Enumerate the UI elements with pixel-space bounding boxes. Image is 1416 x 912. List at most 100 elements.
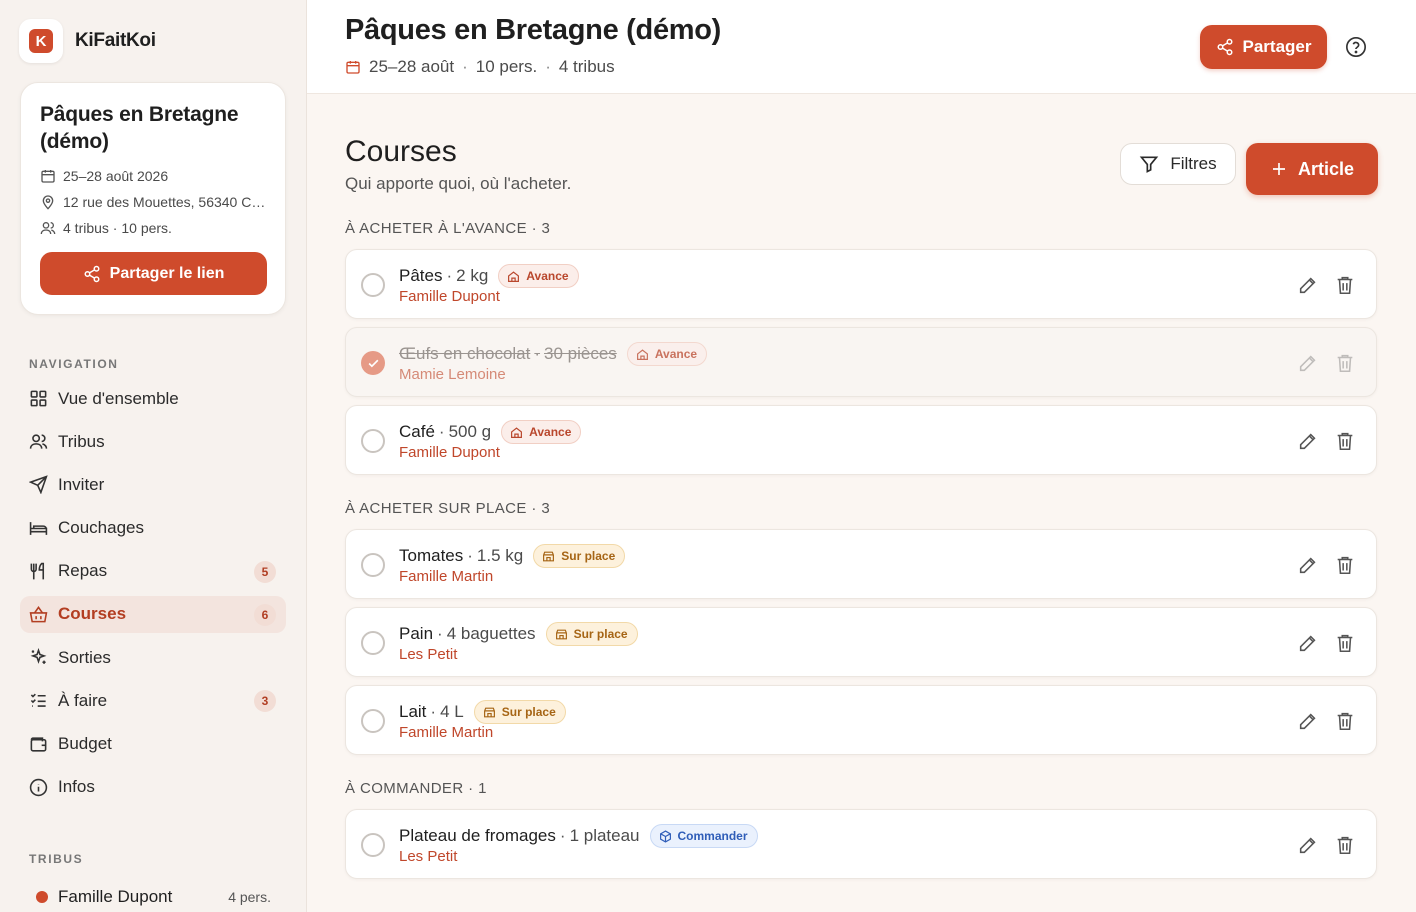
item-line: Café · 500 g Avance [399,420,582,444]
brand[interactable]: K KiFaitKoi [19,19,156,63]
nav-item-info[interactable]: Infos [20,769,286,806]
edit-button[interactable] [1297,554,1319,576]
section-heading: À ACHETER À L'AVANCE · 3 [345,220,551,237]
edit-button[interactable] [1297,352,1319,374]
page-subtitle: Qui apporte quoi, où l'acheter. [345,174,572,193]
home-icon [508,270,520,282]
navigation-list: Vue d'ensemble Tribus Inviter Couchages … [20,380,286,812]
delete-button[interactable] [1334,352,1356,374]
item-line: Tomates · 1.5 kg Sur place [399,544,626,568]
item-line: Lait · 4 L Sur place [399,700,566,724]
edit-button[interactable] [1297,710,1319,732]
item-quantity: 2 kg [456,266,489,285]
nav-item-tribes[interactable]: Tribus [20,423,286,460]
home-icon [511,426,523,438]
item-owner: Famille Martin [399,724,494,741]
sidebar: K KiFaitKoi Pâques en Bretagne (démo) 25… [0,0,307,912]
event-address: 12 rue des Mouettes, 56340 Carnac [40,193,266,211]
brand-logo: K [19,19,63,63]
sparkles-icon [30,648,47,665]
nav-item-budget[interactable]: Budget [20,726,286,763]
help-icon[interactable] [1345,36,1367,58]
item-owner: Les Petit [399,646,458,663]
tribe-item[interactable]: Famille Dupont 4 pers. [36,887,271,907]
main-content: Courses Qui apporte quoi, où l'acheter. … [307,95,1416,912]
share-button[interactable]: Partager [1200,25,1327,69]
delete-button[interactable] [1334,554,1356,576]
item-tag: Commander [649,824,758,848]
item-tag: Sur place [533,544,626,568]
shopping-count-badge: 6 [254,603,276,626]
nav-item-invite[interactable]: Inviter [20,466,286,503]
event-card: Pâques en Bretagne (démo) 25–28 août 202… [20,82,286,315]
edit-button[interactable] [1297,834,1319,856]
delete-button[interactable] [1334,710,1356,732]
item-checkbox[interactable] [361,553,385,577]
item-line: Pâtes · 2 kg Avance [399,264,579,288]
tribe-color-dot [36,891,48,903]
edit-icon [1299,355,1316,372]
edit-icon [1299,713,1316,730]
map-pin-icon [42,195,54,210]
edit-button[interactable] [1297,274,1319,296]
delete-button[interactable] [1334,430,1356,452]
item-owner: Mamie Lemoine [399,366,506,383]
nav-item-overview[interactable]: Vue d'ensemble [20,380,286,417]
item-owner: Les Petit [399,848,458,865]
share-link-button[interactable]: Partager le lien [40,252,267,295]
item-quantity: 4 L [440,702,464,721]
trash-icon [1337,556,1353,575]
info-icon [29,778,48,796]
item-owner: Famille Dupont [399,444,500,461]
calendar-icon [41,170,55,183]
event-header-title: Pâques en Bretagne (démo) [345,14,722,46]
item-name: Lait [399,702,427,721]
item-name: Pain [399,624,434,643]
header-people: 10 pers. [475,57,538,76]
bed-icon [29,521,48,535]
add-item-button[interactable]: Article [1246,143,1378,195]
item-tag: Sur place [545,622,638,646]
nav-item-todo[interactable]: À faire 3 [20,682,286,719]
item-owner: Famille Dupont [399,288,500,305]
checklist-icon [30,693,46,708]
list-item: Tomates · 1.5 kg Sur place Famille Martin [345,529,1377,599]
edit-icon [1299,635,1316,652]
item-quantity: 1 plateau [569,826,640,845]
item-tag: Avance [626,342,708,366]
item-checkbox[interactable] [361,709,385,733]
filters-button[interactable]: Filtres [1120,143,1236,185]
item-name: Plateau de fromages [399,826,556,845]
trash-icon [1337,634,1353,653]
delete-button[interactable] [1334,632,1356,654]
basket-icon [29,605,48,623]
item-checkbox[interactable] [361,631,385,655]
nav-item-beds[interactable]: Couchages [20,510,286,547]
home-icon [636,348,648,360]
edit-button[interactable] [1297,430,1319,452]
item-checkbox[interactable] [361,351,385,375]
item-tag: Avance [498,264,579,288]
todo-count-badge: 3 [254,690,276,713]
check-icon [368,359,378,367]
item-line: Œufs en chocolat · 30 pièces Avance [399,342,708,366]
nav-item-meals[interactable]: Repas 5 [20,553,286,590]
trash-icon [1337,432,1353,451]
item-checkbox[interactable] [361,429,385,453]
tribes-heading: TRIBUS [29,852,84,866]
users-icon [40,222,56,235]
brand-name: KiFaitKoi [75,30,156,51]
nav-item-shopping[interactable]: Courses 6 [20,595,286,633]
header-tribes: 4 tribus [558,57,615,76]
event-dates: 25–28 août 2026 [40,167,266,185]
delete-button[interactable] [1334,274,1356,296]
item-checkbox[interactable] [361,273,385,297]
delete-button[interactable] [1334,834,1356,856]
share-icon [1217,38,1232,56]
edit-icon [1299,557,1316,574]
nav-item-outings[interactable]: Sorties [20,639,286,676]
trash-icon [1337,276,1353,295]
item-checkbox[interactable] [361,833,385,857]
item-quantity: 4 baguettes [446,624,536,643]
edit-button[interactable] [1297,632,1319,654]
